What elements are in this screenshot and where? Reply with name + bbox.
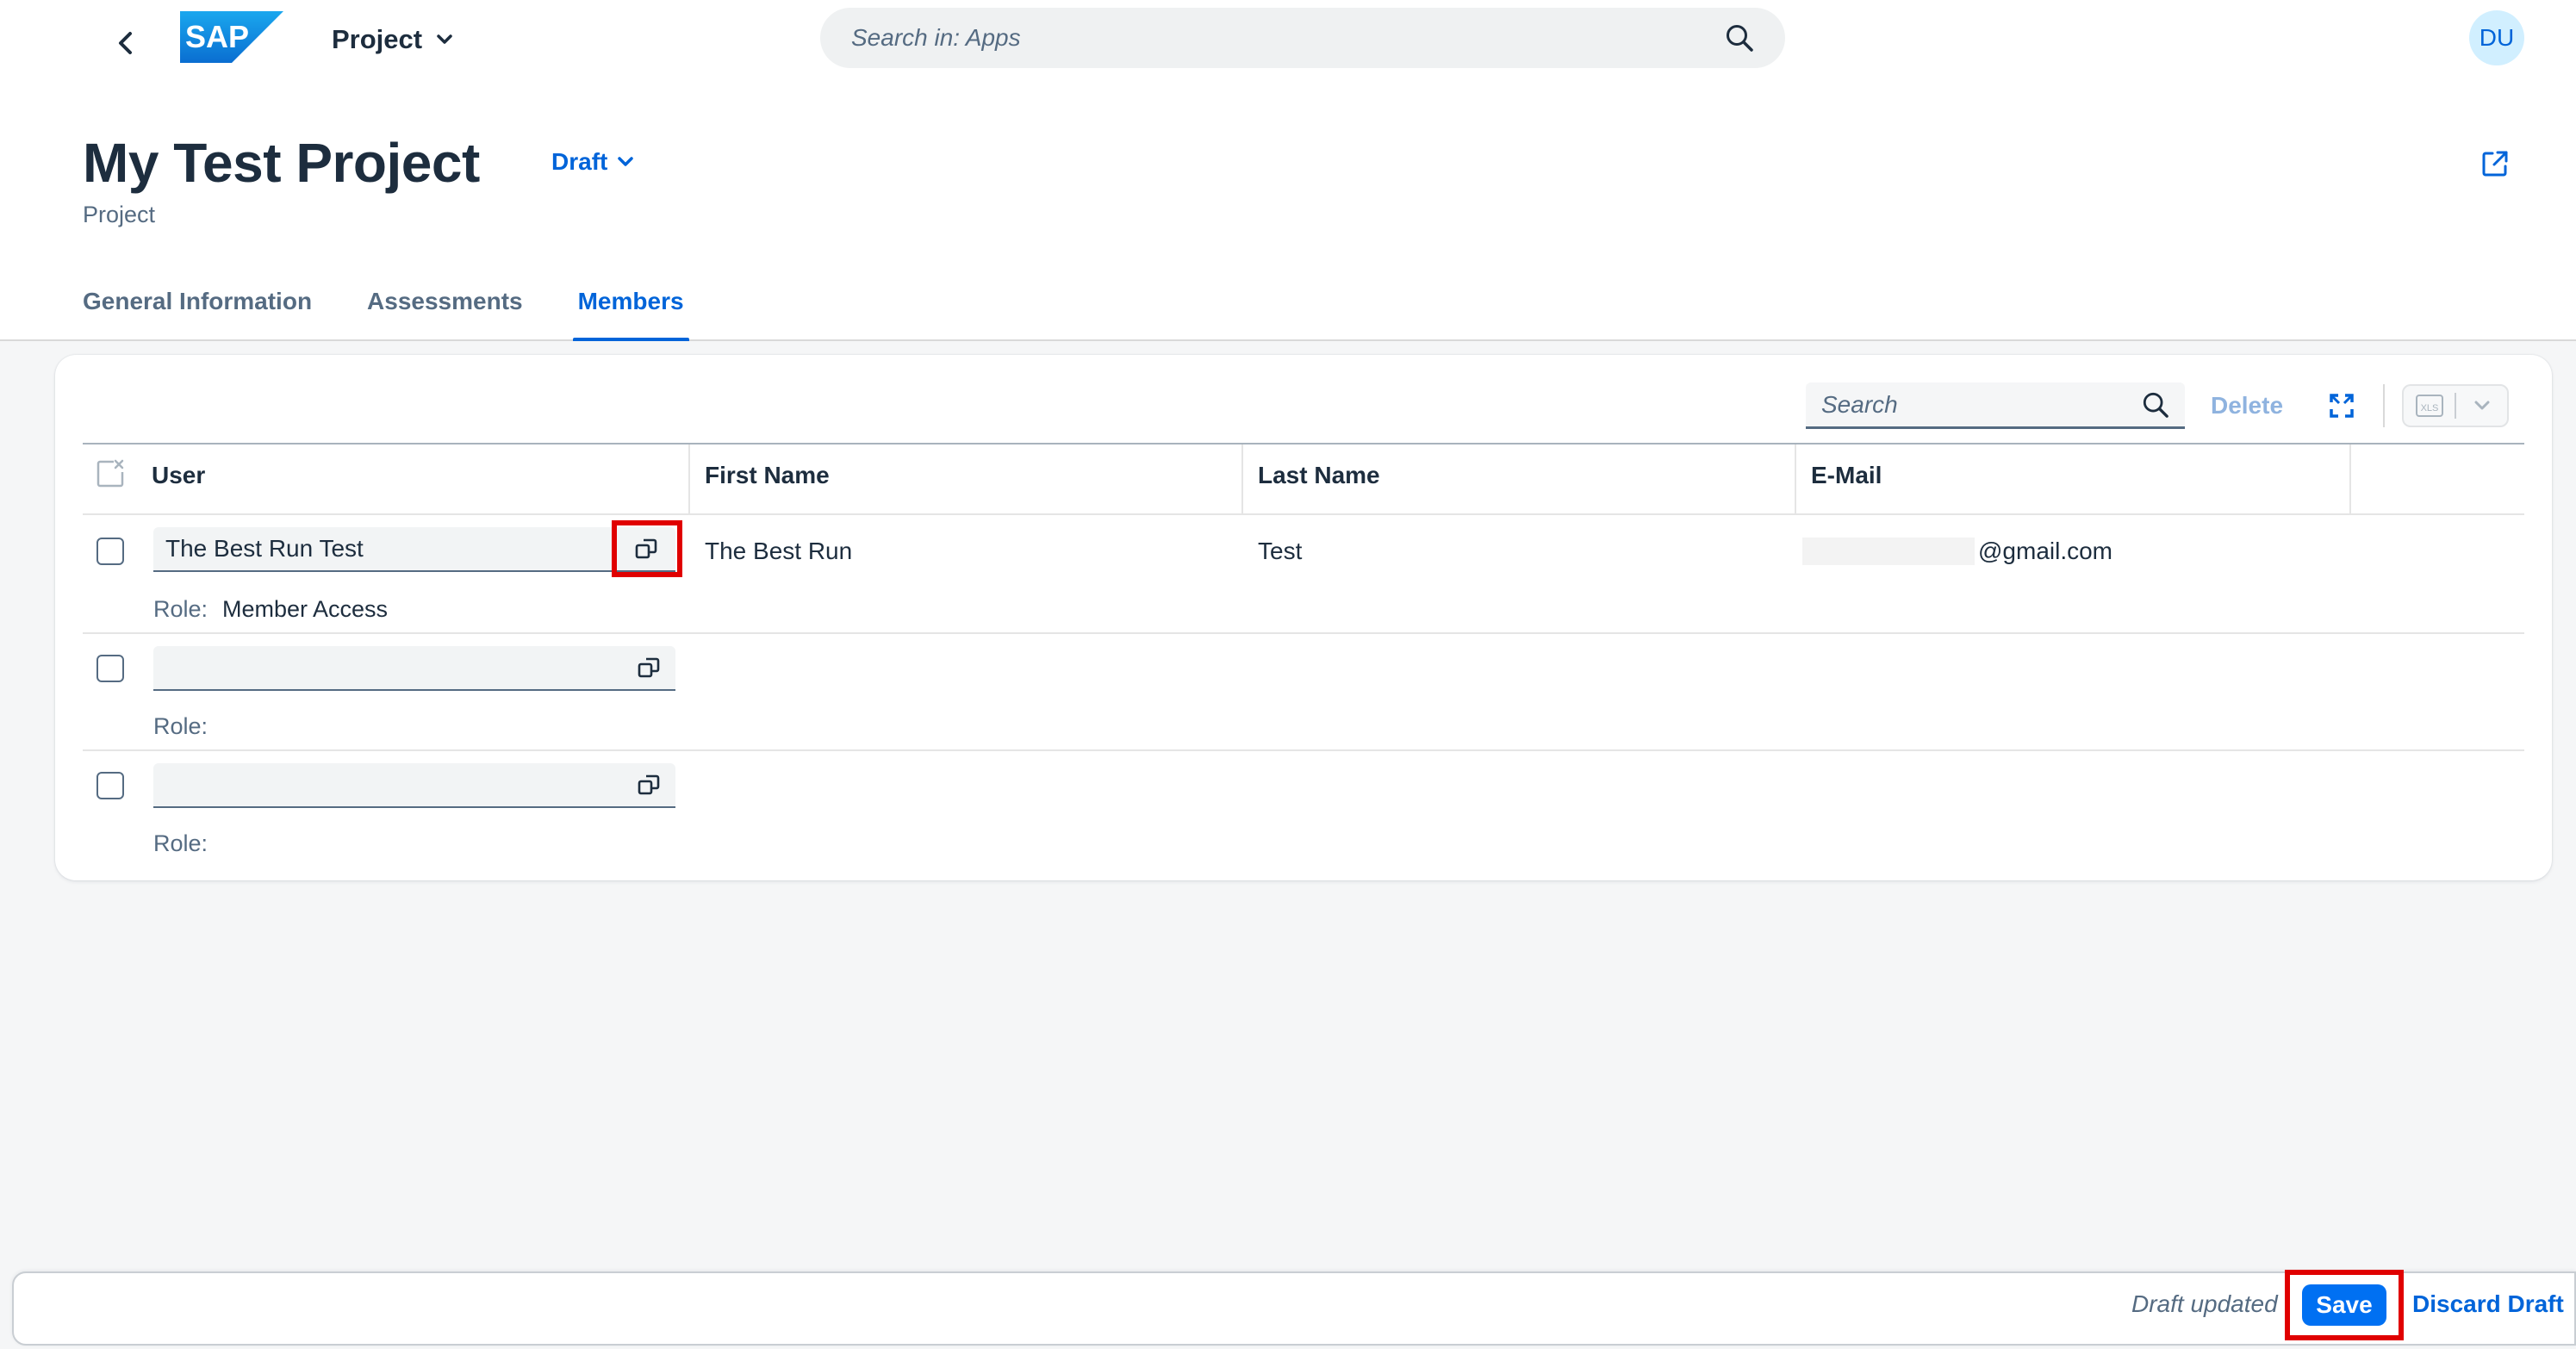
shell-search-field[interactable]: Search in: Apps — [820, 8, 1785, 68]
column-divider — [1241, 444, 1243, 513]
row-divider — [83, 749, 2524, 751]
tab-members[interactable]: Members — [572, 284, 689, 341]
column-divider — [1795, 444, 1796, 513]
search-icon[interactable] — [1725, 23, 1754, 53]
last-name-cell: Test — [1258, 538, 1303, 564]
value-help-button[interactable] — [624, 762, 675, 807]
row-divider — [83, 632, 2524, 634]
page-title: My Test Project — [83, 132, 480, 194]
export-button[interactable]: XLS — [2404, 386, 2455, 426]
toolbar-separator — [2383, 384, 2385, 427]
tab-bar: General Information Assessments Members — [83, 284, 689, 341]
value-help-icon — [635, 538, 657, 559]
row-select-checkbox[interactable] — [96, 772, 124, 799]
discard-draft-button[interactable]: Discard Draft — [2412, 1290, 2564, 1318]
fullscreen-icon — [2330, 394, 2354, 418]
tab-general-information[interactable]: General Information — [83, 284, 312, 341]
tab-assessments[interactable]: Assessments — [367, 284, 523, 341]
share-icon — [2482, 151, 2508, 177]
column-divider — [688, 444, 690, 513]
share-button[interactable] — [2474, 143, 2516, 184]
column-header-email[interactable]: E-Mail — [1811, 462, 1882, 489]
role-label: Role: — [153, 713, 208, 739]
page-subtitle: Project — [83, 202, 156, 227]
draft-status-message: Draft updated — [2131, 1290, 2278, 1317]
draft-status-label: Draft — [551, 148, 608, 175]
svg-text:SAP: SAP — [185, 19, 249, 54]
chevron-down-icon — [437, 34, 452, 44]
row-select-checkbox[interactable] — [96, 655, 124, 682]
chevron-down-icon — [618, 157, 634, 166]
object-page-header: My Test Project Draft Project General In… — [0, 83, 2576, 341]
email-cell: @gmail.com — [1978, 538, 2113, 564]
shell-bar: SAP Project Search in: Apps DU — [0, 0, 2576, 83]
export-dropdown-button[interactable] — [2456, 386, 2507, 426]
table-search-placeholder: Search — [1821, 390, 1898, 418]
back-button[interactable] — [102, 19, 150, 67]
delete-button[interactable]: Delete — [2195, 384, 2299, 427]
column-header-first-name[interactable]: First Name — [705, 462, 830, 489]
column-header-last-name[interactable]: Last Name — [1258, 462, 1380, 489]
draft-status-button[interactable]: Draft — [551, 145, 634, 179]
row-select-checkbox[interactable] — [96, 538, 124, 565]
user-input-value: The Best Run Test — [165, 535, 364, 562]
user-avatar[interactable]: DU — [2469, 10, 2524, 65]
chevron-left-icon — [119, 32, 132, 54]
value-help-icon — [638, 774, 660, 795]
excel-export-icon: XLS — [2415, 395, 2443, 417]
sap-logo[interactable]: SAP — [180, 11, 283, 63]
app-title-menu[interactable]: Project — [332, 21, 453, 59]
table-header-bottom-border — [83, 513, 2524, 515]
user-input-field[interactable]: The Best Run Test — [153, 520, 682, 577]
deselect-all-icon[interactable] — [95, 458, 126, 489]
chevron-down-icon — [2474, 401, 2489, 410]
role-value: Member Access — [222, 596, 389, 622]
role-label: Role: — [153, 830, 208, 856]
user-input-field[interactable] — [153, 646, 675, 691]
column-header-user[interactable]: User — [152, 462, 205, 489]
table-header-top-border — [83, 443, 2524, 444]
column-divider — [2349, 444, 2351, 513]
fullscreen-button[interactable] — [2319, 384, 2364, 427]
save-button[interactable]: Save — [2302, 1284, 2386, 1326]
email-redaction — [1802, 538, 1975, 565]
save-button-highlight: Save — [2285, 1270, 2404, 1340]
value-help-button[interactable] — [624, 645, 675, 690]
svg-text:XLS: XLS — [2420, 403, 2438, 413]
first-name-cell: The Best Run — [705, 538, 853, 564]
role-label: Role: — [153, 596, 208, 622]
export-menu-button[interactable]: XLS — [2402, 384, 2509, 427]
shell-search-placeholder: Search in: Apps — [851, 24, 1021, 51]
search-icon[interactable] — [2142, 391, 2169, 419]
value-help-icon — [638, 657, 660, 678]
value-help-button[interactable] — [612, 520, 682, 577]
app-title: Project — [332, 24, 423, 54]
table-search-field[interactable]: Search — [1806, 382, 2185, 429]
user-input-field[interactable] — [153, 763, 675, 808]
